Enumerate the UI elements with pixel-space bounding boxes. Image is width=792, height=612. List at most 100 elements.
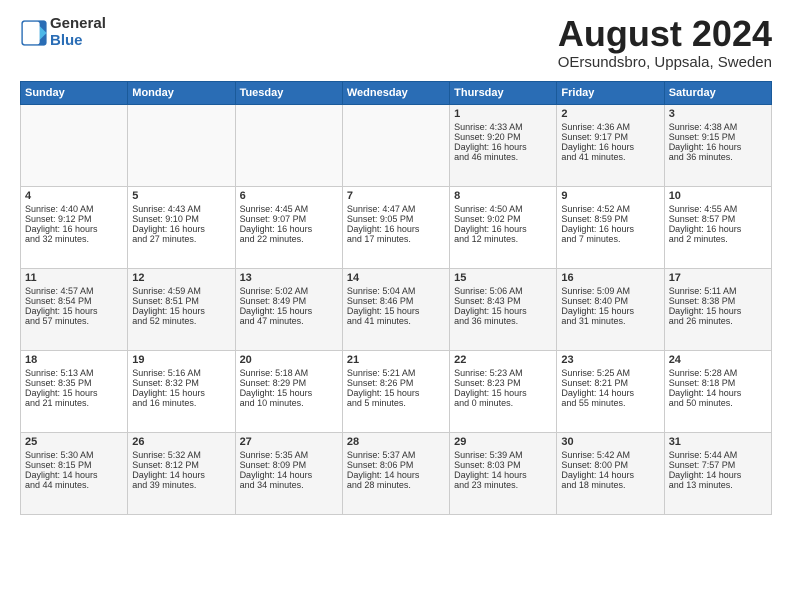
day-info: and 22 minutes. <box>240 234 338 244</box>
day-info: Sunset: 9:07 PM <box>240 214 338 224</box>
day-info: Daylight: 16 hours <box>240 224 338 234</box>
day-info: Daylight: 14 hours <box>561 470 659 480</box>
day-info: Sunrise: 5:42 AM <box>561 450 659 460</box>
day-number: 5 <box>132 190 230 202</box>
day-info: and 41 minutes. <box>561 152 659 162</box>
day-info: Sunrise: 5:23 AM <box>454 368 552 378</box>
day-info: Daylight: 14 hours <box>347 470 445 480</box>
month-title: August 2024 <box>558 16 772 52</box>
day-number: 8 <box>454 190 552 202</box>
logo-icon <box>20 19 48 47</box>
day-info: Sunset: 8:03 PM <box>454 460 552 470</box>
day-info: Sunset: 8:32 PM <box>132 378 230 388</box>
day-cell: 28Sunrise: 5:37 AMSunset: 8:06 PMDayligh… <box>342 433 449 515</box>
day-cell: 30Sunrise: 5:42 AMSunset: 8:00 PMDayligh… <box>557 433 664 515</box>
day-info: Daylight: 15 hours <box>25 306 123 316</box>
day-info: Sunrise: 4:52 AM <box>561 204 659 214</box>
day-cell: 10Sunrise: 4:55 AMSunset: 8:57 PMDayligh… <box>664 187 771 269</box>
day-info: and 10 minutes. <box>240 398 338 408</box>
day-info: Daylight: 15 hours <box>132 388 230 398</box>
day-number: 6 <box>240 190 338 202</box>
day-number: 21 <box>347 354 445 366</box>
day-number: 9 <box>561 190 659 202</box>
day-cell <box>342 105 449 187</box>
day-info: Daylight: 15 hours <box>347 306 445 316</box>
day-info: and 32 minutes. <box>25 234 123 244</box>
day-info: Sunrise: 5:39 AM <box>454 450 552 460</box>
day-number: 26 <box>132 436 230 448</box>
day-info: Daylight: 16 hours <box>561 224 659 234</box>
day-cell: 7Sunrise: 4:47 AMSunset: 9:05 PMDaylight… <box>342 187 449 269</box>
week-row-0: 1Sunrise: 4:33 AMSunset: 9:20 PMDaylight… <box>21 105 772 187</box>
day-cell: 24Sunrise: 5:28 AMSunset: 8:18 PMDayligh… <box>664 351 771 433</box>
day-info: Sunrise: 4:59 AM <box>132 286 230 296</box>
day-number: 2 <box>561 108 659 120</box>
day-cell <box>128 105 235 187</box>
day-info: Sunset: 8:12 PM <box>132 460 230 470</box>
day-cell: 14Sunrise: 5:04 AMSunset: 8:46 PMDayligh… <box>342 269 449 351</box>
logo-line2: Blue <box>50 33 106 50</box>
day-cell: 22Sunrise: 5:23 AMSunset: 8:23 PMDayligh… <box>450 351 557 433</box>
day-info: Sunrise: 4:45 AM <box>240 204 338 214</box>
day-cell: 13Sunrise: 5:02 AMSunset: 8:49 PMDayligh… <box>235 269 342 351</box>
day-info: Sunset: 8:15 PM <box>25 460 123 470</box>
day-info: Sunset: 8:46 PM <box>347 296 445 306</box>
calendar-page: General Blue August 2024 OErsundsbro, Up… <box>0 0 792 612</box>
day-info: and 0 minutes. <box>454 398 552 408</box>
day-info: Sunset: 8:59 PM <box>561 214 659 224</box>
day-info: Daylight: 16 hours <box>669 142 767 152</box>
day-cell: 29Sunrise: 5:39 AMSunset: 8:03 PMDayligh… <box>450 433 557 515</box>
day-info: Sunset: 8:06 PM <box>347 460 445 470</box>
day-info: and 36 minutes. <box>454 316 552 326</box>
day-number: 3 <box>669 108 767 120</box>
title-block: August 2024 OErsundsbro, Uppsala, Sweden <box>558 16 772 71</box>
day-info: Daylight: 15 hours <box>25 388 123 398</box>
day-number: 18 <box>25 354 123 366</box>
day-info: Daylight: 16 hours <box>561 142 659 152</box>
day-info: Sunset: 8:40 PM <box>561 296 659 306</box>
day-info: and 28 minutes. <box>347 480 445 490</box>
day-info: Sunset: 8:38 PM <box>669 296 767 306</box>
calendar-header: SundayMondayTuesdayWednesdayThursdayFrid… <box>21 82 772 105</box>
day-number: 11 <box>25 272 123 284</box>
day-info: Sunrise: 5:32 AM <box>132 450 230 460</box>
day-info: Sunrise: 5:16 AM <box>132 368 230 378</box>
day-info: Sunset: 8:49 PM <box>240 296 338 306</box>
day-info: Sunset: 8:57 PM <box>669 214 767 224</box>
day-cell: 6 Sunrise: 4:45 AMSunset: 9:07 PMDaylight… <box>235 187 342 269</box>
day-info: Sunrise: 5:21 AM <box>347 368 445 378</box>
day-cell: 1Sunrise: 4:33 AMSunset: 9:20 PMDaylight… <box>450 105 557 187</box>
header-cell-sunday: Sunday <box>21 82 128 105</box>
day-info: and 7 minutes. <box>561 234 659 244</box>
header-cell-friday: Friday <box>557 82 664 105</box>
day-cell: 12Sunrise: 4:59 AMSunset: 8:51 PMDayligh… <box>128 269 235 351</box>
day-number: 25 <box>25 436 123 448</box>
day-cell: 8Sunrise: 4:50 AMSunset: 9:02 PMDaylight… <box>450 187 557 269</box>
header-row: SundayMondayTuesdayWednesdayThursdayFrid… <box>21 82 772 105</box>
day-cell: 4Sunrise: 4:40 AMSunset: 9:12 PMDaylight… <box>21 187 128 269</box>
day-info: Sunrise: 5:04 AM <box>347 286 445 296</box>
day-cell: 26Sunrise: 5:32 AMSunset: 8:12 PMDayligh… <box>128 433 235 515</box>
logo-line1: General <box>50 16 106 33</box>
day-cell: 27Sunrise: 5:35 AMSunset: 8:09 PMDayligh… <box>235 433 342 515</box>
day-info: Sunrise: 5:37 AM <box>347 450 445 460</box>
day-cell: 16Sunrise: 5:09 AMSunset: 8:40 PMDayligh… <box>557 269 664 351</box>
day-number: 13 <box>240 272 338 284</box>
day-cell: 19Sunrise: 5:16 AMSunset: 8:32 PMDayligh… <box>128 351 235 433</box>
week-row-3: 18Sunrise: 5:13 AMSunset: 8:35 PMDayligh… <box>21 351 772 433</box>
day-info: and 23 minutes. <box>454 480 552 490</box>
day-info: Sunset: 9:05 PM <box>347 214 445 224</box>
logo: General Blue <box>20 16 106 49</box>
day-info: Sunset: 7:57 PM <box>669 460 767 470</box>
day-info: and 18 minutes. <box>561 480 659 490</box>
day-info: and 12 minutes. <box>454 234 552 244</box>
day-cell: 2Sunrise: 4:36 AMSunset: 9:17 PMDaylight… <box>557 105 664 187</box>
location-subtitle: OErsundsbro, Uppsala, Sweden <box>558 54 772 71</box>
day-info: Sunset: 9:02 PM <box>454 214 552 224</box>
day-info: Sunset: 9:15 PM <box>669 132 767 142</box>
day-number: 7 <box>347 190 445 202</box>
day-number: 10 <box>669 190 767 202</box>
day-info: and 50 minutes. <box>669 398 767 408</box>
day-info: and 2 minutes. <box>669 234 767 244</box>
day-info: Sunset: 8:54 PM <box>25 296 123 306</box>
